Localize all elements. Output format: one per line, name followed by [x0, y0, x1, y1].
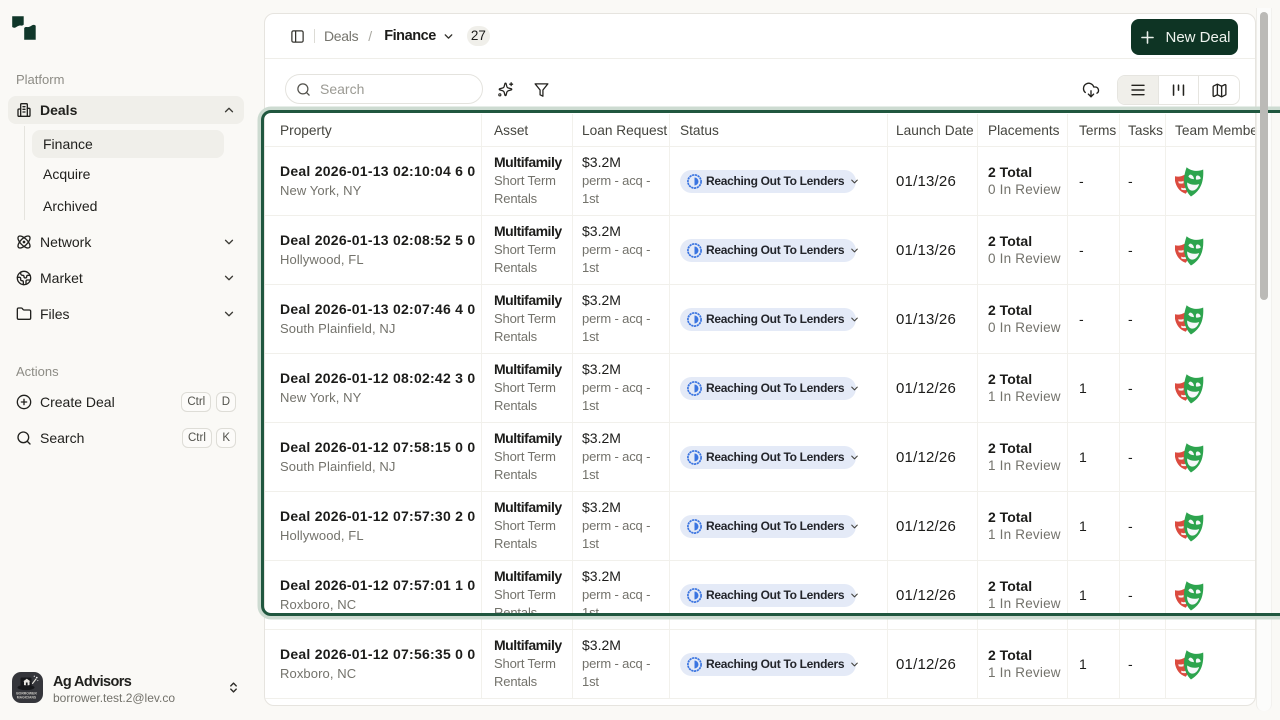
svg-text:MAGICIANS: MAGICIANS [17, 695, 37, 699]
